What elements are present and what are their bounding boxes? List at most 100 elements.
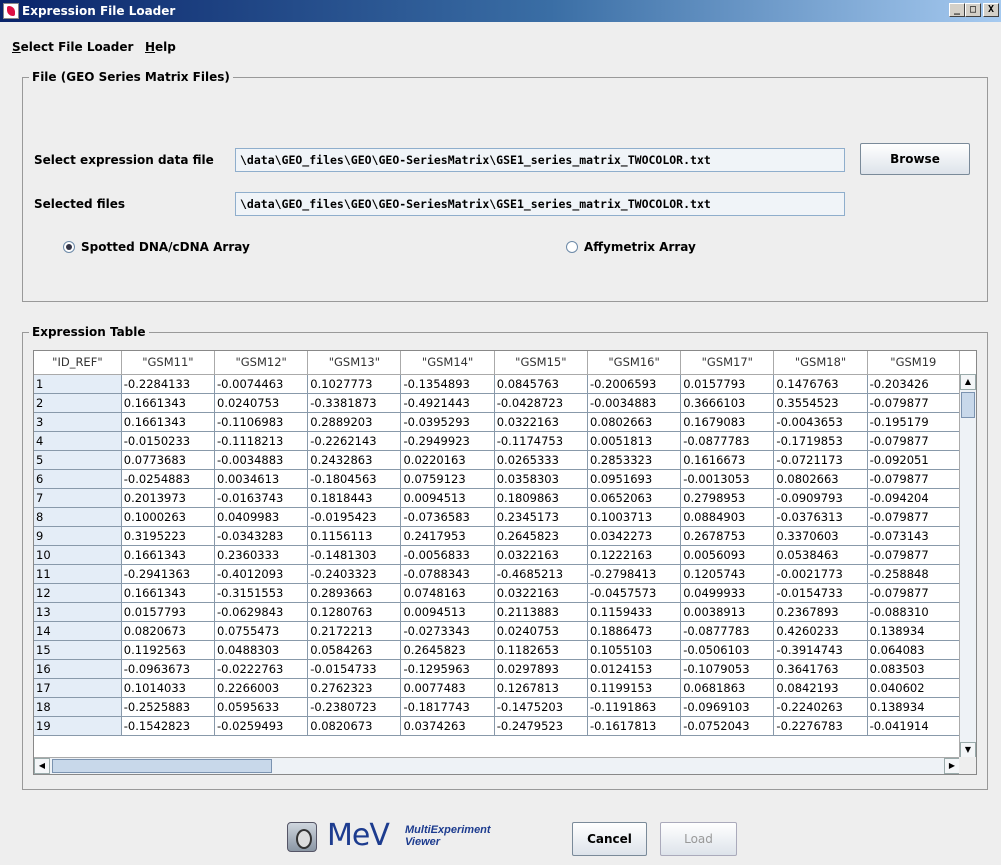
table-cell[interactable]: 0.2345173 — [494, 507, 588, 527]
table-cell[interactable]: 0.1679083 — [680, 412, 775, 432]
column-header[interactable]: "GSM16" — [587, 351, 682, 375]
minimize-button[interactable]: _ — [949, 3, 965, 17]
row-id-cell[interactable]: 19 — [34, 716, 122, 736]
table-cell[interactable]: -0.195179 — [867, 412, 960, 432]
table-cell[interactable]: 0.0220163 — [400, 450, 495, 470]
table-cell[interactable]: 0.2360333 — [214, 545, 309, 565]
column-header[interactable]: "GSM19 — [867, 351, 960, 375]
load-button[interactable]: Load — [660, 822, 737, 856]
column-header[interactable]: "GSM14" — [400, 351, 495, 375]
table-cell[interactable]: 0.0820673 — [121, 621, 216, 641]
table-cell[interactable]: -0.2479523 — [494, 716, 588, 736]
table-cell[interactable]: 0.1027773 — [307, 374, 402, 394]
table-cell[interactable]: -0.0963673 — [121, 659, 216, 679]
table-cell[interactable]: 0.0595633 — [214, 697, 309, 717]
table-cell[interactable]: 0.0157793 — [680, 374, 775, 394]
table-cell[interactable]: -0.079877 — [867, 431, 960, 451]
menu-help[interactable]: Help — [145, 40, 176, 54]
row-id-cell[interactable]: 16 — [34, 659, 122, 679]
table-cell[interactable]: -0.0457573 — [587, 583, 682, 603]
table-cell[interactable]: 0.2367893 — [773, 602, 868, 622]
table-cell[interactable]: 0.0759123 — [400, 469, 495, 489]
table-cell[interactable]: 0.1182653 — [494, 640, 588, 660]
table-cell[interactable]: 0.0409983 — [214, 507, 309, 527]
table-cell[interactable]: -0.0752043 — [680, 716, 775, 736]
table-cell[interactable]: 0.0094513 — [400, 602, 495, 622]
table-cell[interactable]: 0.138934 — [867, 621, 960, 641]
table-cell[interactable]: 0.0652063 — [587, 488, 682, 508]
table-cell[interactable]: -0.0021773 — [773, 564, 868, 584]
table-cell[interactable]: -0.2006593 — [587, 374, 682, 394]
table-cell[interactable]: -0.2262143 — [307, 431, 402, 451]
table-cell[interactable]: 0.0038913 — [680, 602, 775, 622]
table-cell[interactable]: 0.0951693 — [587, 469, 682, 489]
table-cell[interactable]: 0.0157793 — [121, 602, 216, 622]
table-cell[interactable]: -0.0013053 — [680, 469, 775, 489]
table-row[interactable]: 7 0.2013973 -0.0163743 0.1818443 0.0094513 0.… — [34, 488, 960, 508]
table-row[interactable]: 8 0.1000263 0.0409983 -0.0195423 -0.0736583 0… — [34, 507, 960, 527]
table-cell[interactable]: -0.0909793 — [773, 488, 868, 508]
table-cell[interactable]: 0.0681863 — [680, 678, 775, 698]
row-id-cell[interactable]: 7 — [34, 488, 122, 508]
row-id-cell[interactable]: 1 — [34, 374, 122, 394]
cancel-button[interactable]: Cancel — [572, 822, 647, 856]
table-cell[interactable]: -0.2949923 — [400, 431, 495, 451]
table-cell[interactable]: 0.1280763 — [307, 602, 402, 622]
table-cell[interactable]: 0.0034613 — [214, 469, 309, 489]
column-header[interactable]: "GSM18" — [773, 351, 868, 375]
table-cell[interactable]: 0.0322163 — [494, 583, 588, 603]
scroll-down-icon[interactable]: ▼ — [960, 742, 976, 758]
close-button[interactable]: X — [983, 3, 999, 17]
scroll-left-icon[interactable]: ◀ — [34, 758, 50, 774]
table-cell[interactable]: 0.2798953 — [680, 488, 775, 508]
menu-select-file-loader[interactable]: Select File Loader — [12, 40, 133, 54]
expression-table-scrollpane[interactable]: "ID_REF" "GSM11" "GSM12" "GSM13" "GSM14" "GSM… — [33, 350, 977, 775]
table-cell[interactable]: -0.3914743 — [773, 640, 868, 660]
table-cell[interactable]: -0.1481303 — [307, 545, 402, 565]
table-cell[interactable]: 0.0265333 — [494, 450, 588, 470]
table-cell[interactable]: -0.079877 — [867, 393, 960, 413]
table-row[interactable]: 19 -0.1542823 -0.0259493 0.0820673 0.0374263… — [34, 716, 960, 736]
table-cell[interactable]: 0.0322163 — [494, 545, 588, 565]
table-cell[interactable]: -0.1106983 — [214, 412, 309, 432]
table-cell[interactable]: 0.1476763 — [773, 374, 868, 394]
table-cell[interactable]: 0.1661343 — [121, 412, 216, 432]
selected-files-field[interactable]: \data\GEO_files\GEO\GEO-SeriesMatrix\GSE… — [235, 192, 845, 216]
column-header[interactable]: "GSM17" — [680, 351, 775, 375]
table-cell[interactable]: -0.2403323 — [307, 564, 402, 584]
row-id-cell[interactable]: 14 — [34, 621, 122, 641]
table-cell[interactable]: 0.1661343 — [121, 393, 216, 413]
row-id-cell[interactable]: 4 — [34, 431, 122, 451]
vertical-scrollbar[interactable]: ▲ ▼ — [959, 374, 976, 758]
table-cell[interactable]: -0.1191863 — [587, 697, 682, 717]
scroll-right-icon[interactable]: ▶ — [944, 758, 960, 774]
table-cell[interactable]: 0.0538463 — [773, 545, 868, 565]
table-cell[interactable]: 0.0488303 — [214, 640, 309, 660]
row-id-cell[interactable]: 18 — [34, 697, 122, 717]
table-cell[interactable]: 0.3370603 — [773, 526, 868, 546]
table-cell[interactable]: 0.0499933 — [680, 583, 775, 603]
table-row[interactable]: 13 0.0157793 -0.0629843 0.1280763 0.0094513 0… — [34, 602, 960, 622]
table-cell[interactable]: -0.0877783 — [680, 431, 775, 451]
table-cell[interactable]: -0.0736583 — [400, 507, 495, 527]
table-cell[interactable]: -0.0034883 — [214, 450, 309, 470]
table-cell[interactable]: 0.1159433 — [587, 602, 682, 622]
table-cell[interactable]: -0.1079053 — [680, 659, 775, 679]
table-cell[interactable]: -0.2240263 — [773, 697, 868, 717]
table-row[interactable]: 17 0.1014033 0.2266003 0.2762323 0.0077483 0.… — [34, 678, 960, 698]
table-cell[interactable]: 0.0374263 — [400, 716, 495, 736]
table-cell[interactable]: -0.2276783 — [773, 716, 868, 736]
table-cell[interactable]: 0.1156113 — [307, 526, 402, 546]
table-row[interactable]: 4 -0.0150233 -0.1118213 -0.2262143 -0.294992… — [34, 431, 960, 451]
table-cell[interactable]: -0.0259493 — [214, 716, 309, 736]
table-cell[interactable]: -0.4685213 — [494, 564, 588, 584]
table-cell[interactable]: 0.1661343 — [121, 583, 216, 603]
table-cell[interactable]: -0.0034883 — [587, 393, 682, 413]
table-cell[interactable]: -0.0222763 — [214, 659, 309, 679]
table-cell[interactable]: 0.1205743 — [680, 564, 775, 584]
table-cell[interactable]: 0.0842193 — [773, 678, 868, 698]
table-cell[interactable]: 0.0820673 — [307, 716, 402, 736]
table-cell[interactable]: 0.0584263 — [307, 640, 402, 660]
row-id-cell[interactable]: 5 — [34, 450, 122, 470]
table-cell[interactable]: 0.064083 — [867, 640, 960, 660]
